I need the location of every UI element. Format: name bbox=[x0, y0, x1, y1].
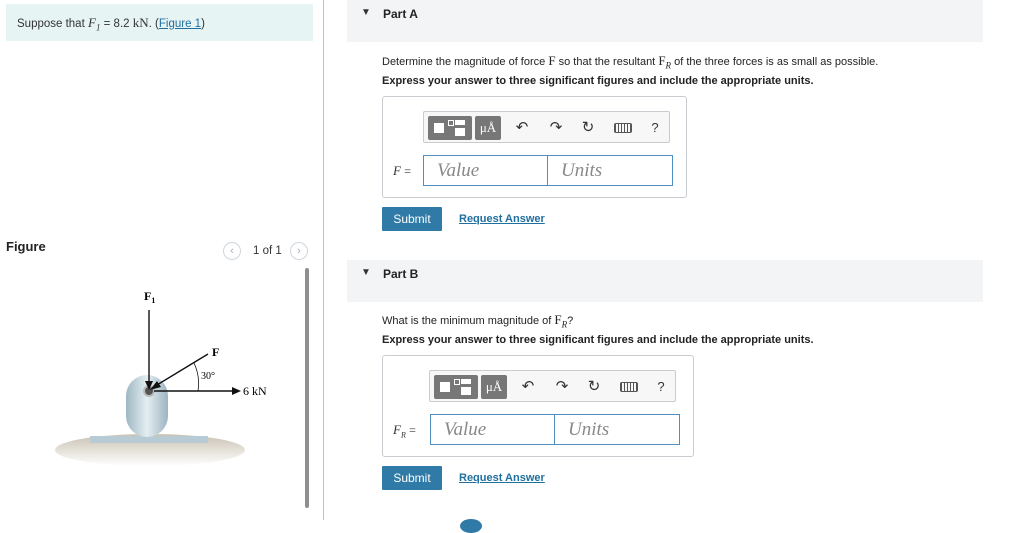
part-a-units-input[interactable]: Units bbox=[547, 155, 673, 186]
part-b-instruction: Express your answer to three significant… bbox=[382, 334, 814, 346]
part-a-value-input[interactable]: Value bbox=[423, 155, 548, 186]
f-arrow bbox=[151, 353, 209, 389]
undo-icon[interactable]: ↶ bbox=[513, 116, 531, 140]
redo-icon[interactable]: ↷ bbox=[553, 375, 571, 399]
part-a-submit-button[interactable]: Submit bbox=[382, 207, 442, 231]
part-b-submit-button[interactable]: Submit bbox=[382, 466, 442, 490]
label-force: 6 kN bbox=[243, 384, 267, 398]
reset-icon[interactable]: ↻ bbox=[585, 375, 603, 399]
units-icon[interactable]: μÅ bbox=[475, 116, 501, 140]
figure-scrollbar[interactable] bbox=[305, 268, 309, 508]
part-b-answer-box: μÅ ↶ ↷ ↻ ? FR = Value Units bbox=[382, 355, 694, 457]
base-plate bbox=[90, 436, 208, 443]
part-b-header[interactable]: ▼ Part B bbox=[347, 260, 983, 302]
part-b-title: Part B bbox=[383, 267, 419, 281]
partial-button-peek bbox=[460, 519, 482, 533]
label-f1: F1 bbox=[144, 289, 155, 305]
force-diagram: F1 F 30° 6 kN bbox=[55, 289, 267, 466]
figure-pager: 1 of 1 bbox=[253, 245, 282, 257]
part-a-field-label: F = bbox=[393, 163, 411, 178]
prompt-unit: kN bbox=[132, 15, 149, 30]
label-angle: 30° bbox=[201, 371, 215, 382]
reset-icon[interactable]: ↻ bbox=[579, 116, 597, 140]
angle-arc bbox=[193, 362, 199, 392]
collapse-triangle-icon[interactable]: ▼ bbox=[361, 7, 371, 18]
prompt-lead: Suppose that bbox=[17, 18, 85, 30]
part-a-request-answer-link[interactable]: Request Answer bbox=[459, 213, 545, 225]
left-pane: Suppose that F1 = 8.2 kN. (Figure 1) Fig… bbox=[0, 0, 324, 526]
label-f: F bbox=[212, 345, 219, 359]
keyboard-icon[interactable] bbox=[614, 123, 632, 133]
prompt-tail: . ( bbox=[148, 18, 159, 30]
part-b-request-answer-link[interactable]: Request Answer bbox=[459, 472, 545, 484]
part-b-field-label: FR = bbox=[393, 422, 416, 440]
problem-statement: Suppose that F1 = 8.2 kN. (Figure 1) bbox=[6, 4, 313, 41]
templates-icon[interactable] bbox=[434, 375, 478, 399]
help-icon[interactable]: ? bbox=[646, 116, 664, 140]
prompt-variable: F1 bbox=[87, 15, 101, 33]
chevron-right-icon[interactable]: › bbox=[290, 242, 308, 260]
part-a-title: Part A bbox=[383, 7, 418, 21]
part-a-toolbar: μÅ ↶ ↷ ↻ ? bbox=[423, 111, 670, 143]
prompt-equals: = 8.2 bbox=[103, 18, 130, 30]
keyboard-icon[interactable] bbox=[620, 382, 638, 392]
collapse-triangle-icon[interactable]: ▼ bbox=[361, 267, 371, 278]
pane-divider bbox=[323, 0, 324, 520]
chevron-left-icon[interactable]: ‹ bbox=[223, 242, 241, 260]
part-b-units-input[interactable]: Units bbox=[554, 414, 680, 445]
help-icon[interactable]: ? bbox=[652, 375, 670, 399]
undo-icon[interactable]: ↶ bbox=[519, 375, 537, 399]
part-a-answer-box: μÅ ↶ ↷ ↻ ? F = Value Units bbox=[382, 96, 687, 198]
part-b-toolbar: μÅ ↶ ↷ ↻ ? bbox=[429, 370, 676, 402]
part-a-header[interactable]: ▼ Part A bbox=[347, 0, 983, 42]
prompt-close: ) bbox=[201, 18, 205, 30]
redo-icon[interactable]: ↷ bbox=[547, 116, 565, 140]
units-icon[interactable]: μÅ bbox=[481, 375, 507, 399]
figure-link[interactable]: Figure 1 bbox=[159, 18, 201, 30]
part-a-question: Determine the magnitude of force F so th… bbox=[382, 53, 879, 71]
part-b-question: What is the minimum magnitude of FR? bbox=[382, 312, 574, 330]
part-a-instruction: Express your answer to three significant… bbox=[382, 75, 814, 87]
templates-icon[interactable] bbox=[428, 116, 472, 140]
part-b-value-input[interactable]: Value bbox=[430, 414, 555, 445]
figure-title: Figure bbox=[6, 239, 46, 254]
